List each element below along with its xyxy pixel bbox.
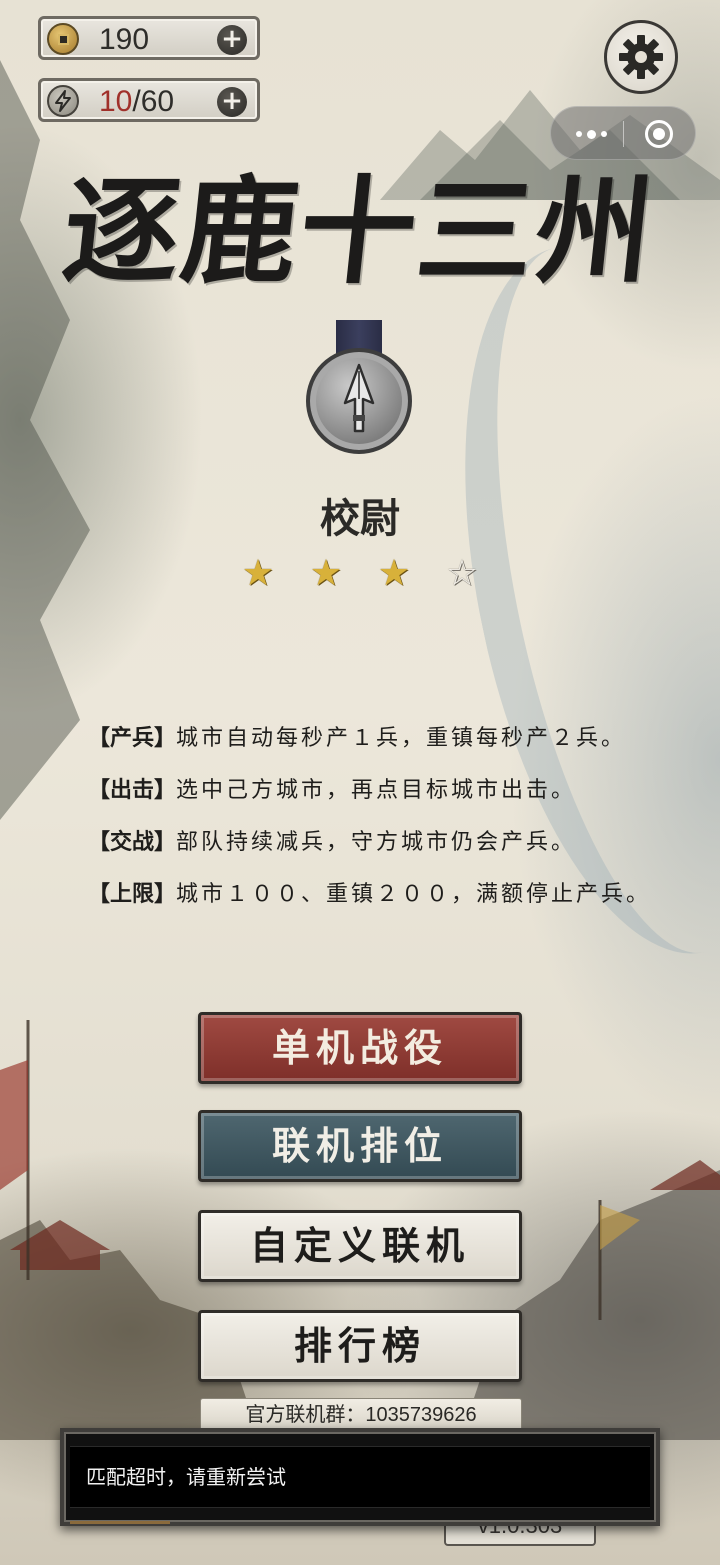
rule-item: 【上限】城市１００、重镇２００，满额停止产兵。 [88,876,688,928]
rule-text: 城市自动每秒产１兵，重镇每秒产２兵。 [176,726,627,751]
leaderboard-button[interactable]: 排行榜 [198,1310,522,1382]
add-coins-button[interactable]: + [217,25,247,55]
stamina-bar: 10/60 + [38,78,260,122]
toast-body: 匹配超时，请重新尝试 [70,1446,650,1508]
coin-count: 190 [99,23,150,56]
single-player-button[interactable]: 单机战役 [198,1012,522,1084]
stamina-max: 60 [140,85,175,118]
lightning-icon [47,85,79,117]
rule-item: 【交战】部队持续减兵，守方城市仍会产兵。 [88,824,688,876]
star-filled-icon: ★ [377,553,411,594]
rule-item: 【产兵】城市自动每秒产１兵，重镇每秒产２兵。 [88,720,688,772]
add-stamina-button[interactable]: + [217,87,247,117]
coin-bar: 190 + [38,16,260,60]
rule-text: 部队持续减兵，守方城市仍会产兵。 [176,830,577,855]
game-title: 逐鹿十三州 [56,164,662,300]
rule-text: 城市１００、重镇２００，满额停止产兵。 [176,882,652,907]
coin-icon [47,23,79,55]
rule-tag: 【上限】 [88,882,177,907]
rule-text: 选中己方城市，再点目标城市出击。 [176,778,577,803]
star-filled-icon: ★ [241,553,275,594]
rank-medal-icon [306,348,412,454]
star-filled-icon: ★ [309,553,343,594]
ranked-online-button[interactable]: 联机排位 [198,1110,522,1182]
rule-tag: 【出击】 [88,778,177,803]
toast-timer-bar [70,1521,170,1524]
settings-button[interactable] [604,20,678,94]
rank-stars: ★ ★ ★ ☆ [238,554,482,594]
rules-list: 【产兵】城市自动每秒产１兵，重镇每秒产２兵。 【出击】选中己方城市，再点目标城市… [88,720,688,928]
toast-message: 匹配超时，请重新尝试 [86,1465,286,1489]
rule-item: 【出击】选中己方城市，再点目标城市出击。 [88,772,688,824]
gear-icon [619,35,663,79]
official-group-label: 官方联机群：1035739626 [200,1398,522,1432]
rule-tag: 【交战】 [88,830,177,855]
stamina-current: 10 [99,85,133,118]
custom-online-button[interactable]: 自定义联机 [198,1210,522,1282]
rule-tag: 【产兵】 [88,726,177,751]
stamina-separator: / [132,85,141,118]
rank-name: 校尉 [320,495,400,542]
star-empty-icon: ☆ [445,553,479,594]
toast-notification: 匹配超时，请重新尝试 [60,1428,660,1526]
stamina-count: 10/60 [99,85,174,119]
